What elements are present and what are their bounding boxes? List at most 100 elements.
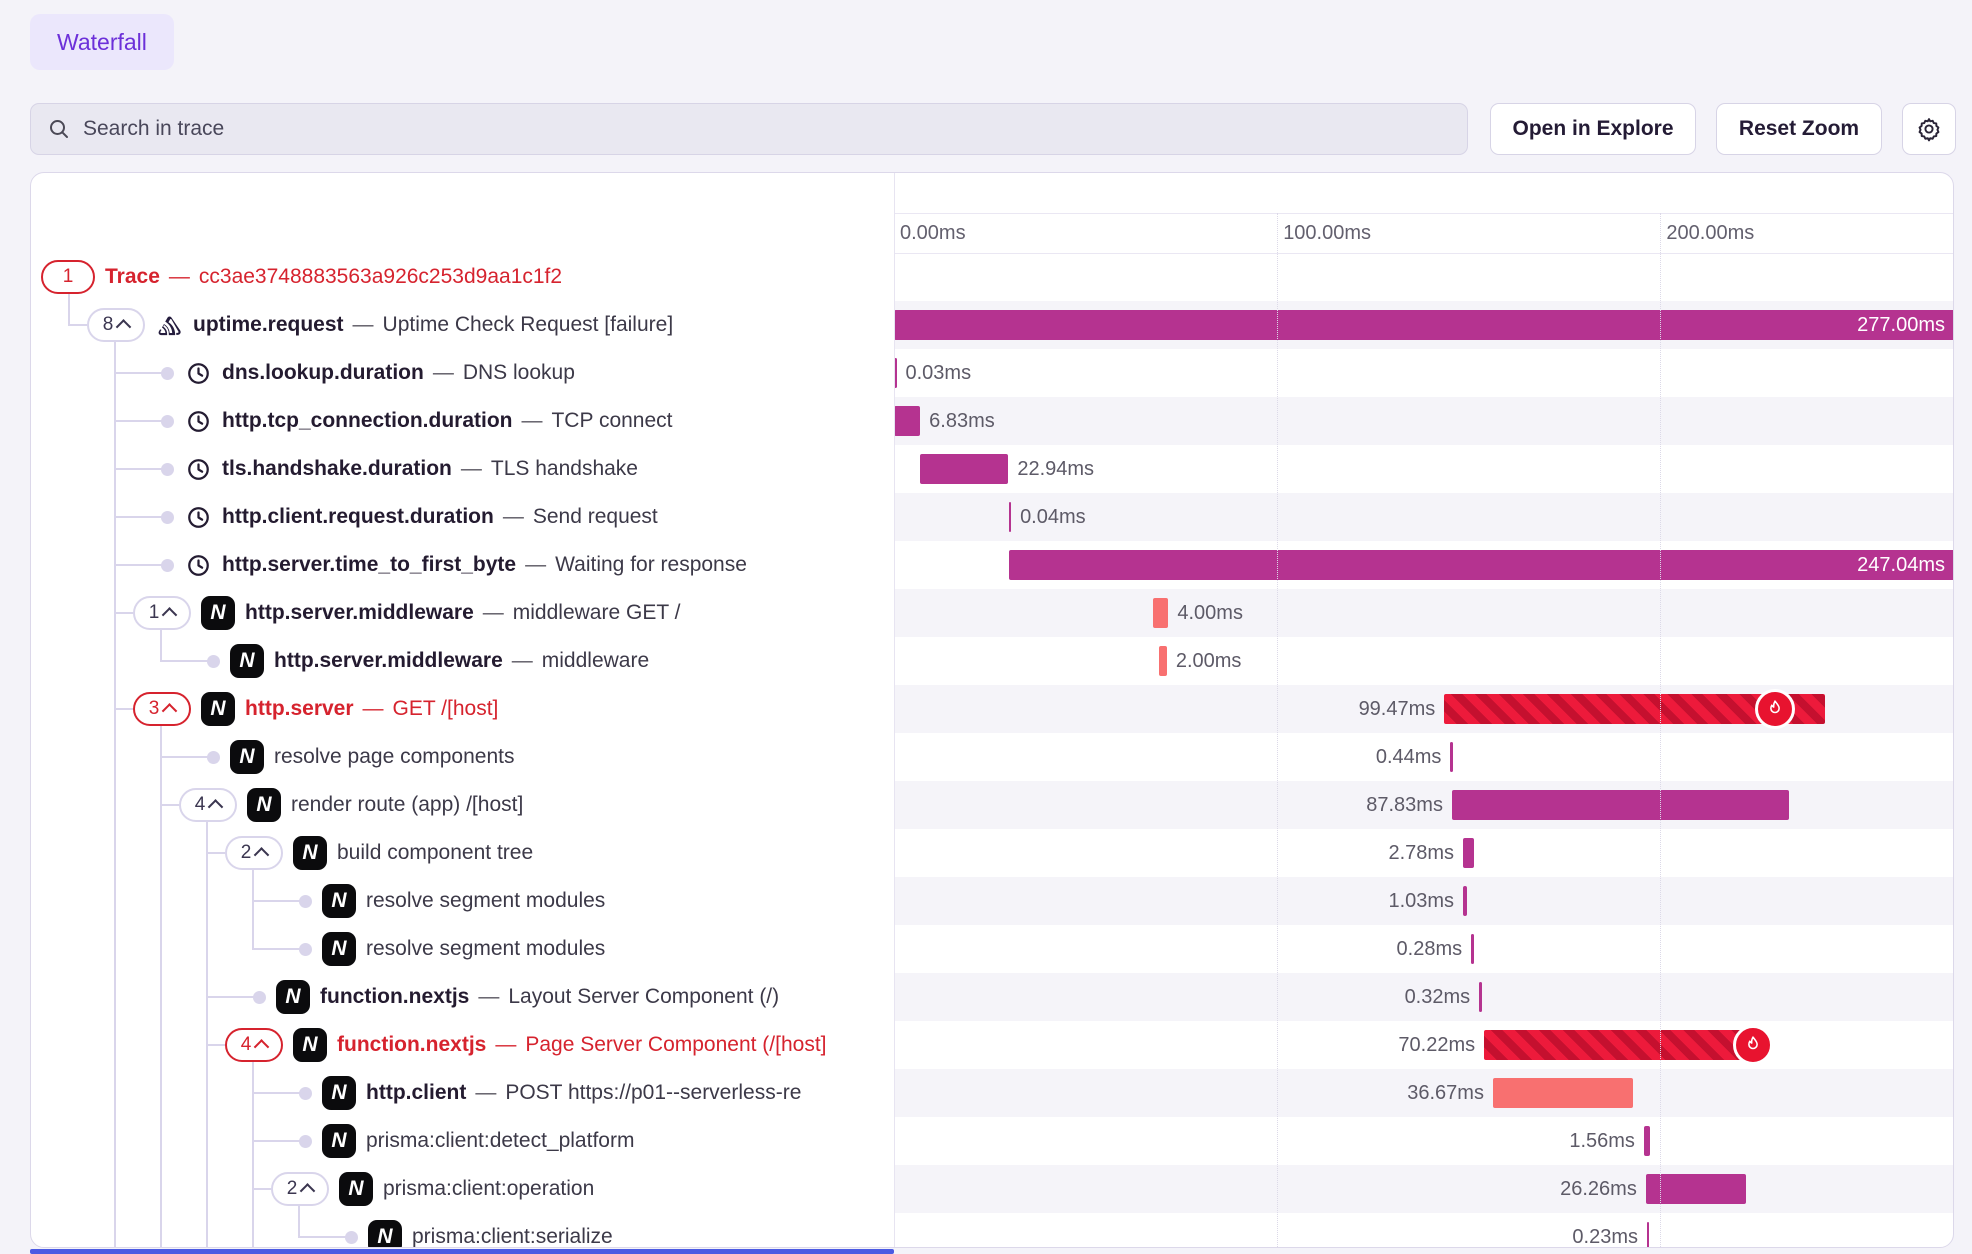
waterfall-cell[interactable]: 0.32ms <box>894 973 1954 1021</box>
trace-row-label-cell[interactable]: Nhttp.server.middleware—middleware <box>31 637 894 685</box>
expand-collapse-pill[interactable]: 2 <box>271 1172 329 1206</box>
trace-row-label-cell[interactable]: tls.handshake.duration—TLS handshake <box>31 445 894 493</box>
trace-row[interactable]: 4Nrender route (app) /[host]87.83ms <box>31 781 1954 829</box>
settings-button[interactable] <box>1902 103 1956 155</box>
trace-row[interactable]: Nresolve page components0.44ms <box>31 733 1954 781</box>
trace-row[interactable]: 1Trace—cc3ae3748883563a926c253d9aa1c1f2 <box>31 253 1954 301</box>
trace-row-label-cell[interactable]: 2Nprisma:client:operation <box>31 1165 894 1213</box>
trace-row-label-cell[interactable]: http.server.time_to_first_byte—Waiting f… <box>31 541 894 589</box>
waterfall-cell[interactable]: 87.83ms <box>894 781 1954 829</box>
span-bar[interactable] <box>1153 598 1168 628</box>
trace-row-label-cell[interactable]: 4Nfunction.nextjs—Page Server Component … <box>31 1021 894 1069</box>
waterfall-cell[interactable]: 0.44ms <box>894 733 1954 781</box>
span-bar[interactable] <box>1644 1126 1650 1156</box>
span-op: http.server <box>245 697 354 720</box>
trace-row-label-cell[interactable]: 4Nrender route (app) /[host] <box>31 781 894 829</box>
fire-error-badge[interactable] <box>1733 1025 1773 1065</box>
span-bar[interactable] <box>1493 1078 1634 1108</box>
expand-collapse-pill[interactable]: 4 <box>225 1028 283 1062</box>
trace-row[interactable]: Nresolve segment modules1.03ms <box>31 877 1954 925</box>
span-bar[interactable] <box>1647 1222 1650 1248</box>
span-bar[interactable] <box>894 406 920 436</box>
expand-collapse-pill[interactable]: 4 <box>179 788 237 822</box>
trace-row[interactable]: 2Nprisma:client:operation26.26ms <box>31 1165 1954 1213</box>
span-bar[interactable] <box>1471 934 1474 964</box>
span-bar[interactable] <box>1450 742 1453 772</box>
waterfall-cell[interactable]: 22.94ms <box>894 445 1954 493</box>
span-bar[interactable]: 247.04ms <box>1009 550 1954 580</box>
trace-row-label-cell[interactable]: Nresolve segment modules <box>31 877 894 925</box>
clock-icon <box>184 359 212 387</box>
trace-row-label-cell[interactable]: http.client.request.duration—Send reques… <box>31 493 894 541</box>
trace-row-label-cell[interactable]: http.tcp_connection.duration—TCP connect <box>31 397 894 445</box>
trace-row-label-cell[interactable]: 2Nbuild component tree <box>31 829 894 877</box>
trace-row[interactable]: 4Nfunction.nextjs—Page Server Component … <box>31 1021 1954 1069</box>
trace-row[interactable]: Nhttp.server.middleware—middleware2.00ms <box>31 637 1954 685</box>
span-bar[interactable] <box>1009 502 1012 532</box>
trace-row-label-cell[interactable]: Nresolve segment modules <box>31 925 894 973</box>
reset-zoom-button[interactable]: Reset Zoom <box>1716 103 1882 155</box>
nextjs-icon: N <box>293 1028 327 1062</box>
span-bar[interactable] <box>1479 982 1482 1012</box>
trace-row[interactable]: http.tcp_connection.duration—TCP connect… <box>31 397 1954 445</box>
span-bar[interactable] <box>1463 838 1474 868</box>
trace-row[interactable]: Nhttp.client—POST https://p01--serverles… <box>31 1069 1954 1117</box>
trace-row-label-cell[interactable]: dns.lookup.duration—DNS lookup <box>31 349 894 397</box>
waterfall-cell[interactable]: 4.00ms <box>894 589 1954 637</box>
waterfall-cell[interactable]: 36.67ms <box>894 1069 1954 1117</box>
waterfall-cell[interactable]: 99.47ms <box>894 685 1954 733</box>
waterfall-cell[interactable] <box>894 253 1954 301</box>
waterfall-cell[interactable]: 0.03ms <box>894 349 1954 397</box>
waterfall-cell[interactable]: 2.00ms <box>894 637 1954 685</box>
waterfall-cell[interactable]: 1.56ms <box>894 1117 1954 1165</box>
trace-row-label-cell[interactable]: Nprisma:client:detect_platform <box>31 1117 894 1165</box>
waterfall-cell[interactable]: 6.83ms <box>894 397 1954 445</box>
waterfall-cell[interactable]: 277.00ms <box>894 301 1954 349</box>
trace-count-pill[interactable]: 1 <box>41 260 95 294</box>
waterfall-cell[interactable]: 0.04ms <box>894 493 1954 541</box>
trace-row[interactable]: 1Nhttp.server.middleware—middleware GET … <box>31 589 1954 637</box>
expand-collapse-pill[interactable]: 2 <box>225 836 283 870</box>
span-bar[interactable] <box>920 454 1008 484</box>
trace-row[interactable]: Nfunction.nextjs—Layout Server Component… <box>31 973 1954 1021</box>
trace-row[interactable]: http.client.request.duration—Send reques… <box>31 493 1954 541</box>
expand-collapse-pill[interactable]: 3 <box>133 692 191 726</box>
trace-row[interactable]: Nprisma:client:serialize0.23ms <box>31 1213 1954 1248</box>
waterfall-cell[interactable]: 247.04ms <box>894 541 1954 589</box>
trace-row[interactable]: tls.handshake.duration—TLS handshake22.9… <box>31 445 1954 493</box>
trace-row-label-cell[interactable]: 3Nhttp.server—GET /[host] <box>31 685 894 733</box>
waterfall-cell[interactable]: 70.22ms <box>894 1021 1954 1069</box>
drawer-divider[interactable] <box>30 1249 894 1254</box>
open-in-explore-button[interactable]: Open in Explore <box>1490 103 1696 155</box>
expand-collapse-pill[interactable]: 8 <box>87 308 145 342</box>
expand-collapse-pill[interactable]: 1 <box>133 596 191 630</box>
span-bar[interactable] <box>1159 646 1167 676</box>
trace-row-label-cell[interactable]: Nprisma:client:serialize <box>31 1213 894 1248</box>
span-bar[interactable] <box>1452 790 1789 820</box>
trace-row-label-cell[interactable]: 1Trace—cc3ae3748883563a926c253d9aa1c1f2 <box>31 253 894 301</box>
trace-row[interactable]: 8uptime.request—Uptime Check Request [fa… <box>31 301 1954 349</box>
trace-row-label-cell[interactable]: Nresolve page components <box>31 733 894 781</box>
waterfall-cell[interactable]: 1.03ms <box>894 877 1954 925</box>
trace-row-label-cell[interactable]: Nfunction.nextjs—Layout Server Component… <box>31 973 894 1021</box>
leaf-dot <box>161 463 174 476</box>
trace-row-label-cell[interactable]: 1Nhttp.server.middleware—middleware GET … <box>31 589 894 637</box>
span-bar[interactable] <box>1463 886 1467 916</box>
waterfall-cell[interactable]: 0.28ms <box>894 925 1954 973</box>
trace-row-label-cell[interactable]: Nhttp.client—POST https://p01--serverles… <box>31 1069 894 1117</box>
span-bar[interactable]: 277.00ms <box>894 310 1954 340</box>
tab-waterfall[interactable]: Waterfall <box>30 14 174 70</box>
trace-row[interactable]: 3Nhttp.server—GET /[host]99.47ms <box>31 685 1954 733</box>
waterfall-cell[interactable]: 0.23ms <box>894 1213 1954 1248</box>
trace-row[interactable]: dns.lookup.duration—DNS lookup0.03ms <box>31 349 1954 397</box>
span-bar[interactable] <box>1484 1030 1753 1060</box>
trace-row[interactable]: http.server.time_to_first_byte—Waiting f… <box>31 541 1954 589</box>
pill-count: 1 <box>149 602 160 624</box>
trace-row[interactable]: 2Nbuild component tree2.78ms <box>31 829 1954 877</box>
search-input[interactable]: Search in trace <box>30 103 1468 155</box>
waterfall-cell[interactable]: 2.78ms <box>894 829 1954 877</box>
trace-row[interactable]: Nresolve segment modules0.28ms <box>31 925 1954 973</box>
waterfall-cell[interactable]: 26.26ms <box>894 1165 1954 1213</box>
trace-row[interactable]: Nprisma:client:detect_platform1.56ms <box>31 1117 1954 1165</box>
trace-row-label-cell[interactable]: 8uptime.request—Uptime Check Request [fa… <box>31 301 894 349</box>
